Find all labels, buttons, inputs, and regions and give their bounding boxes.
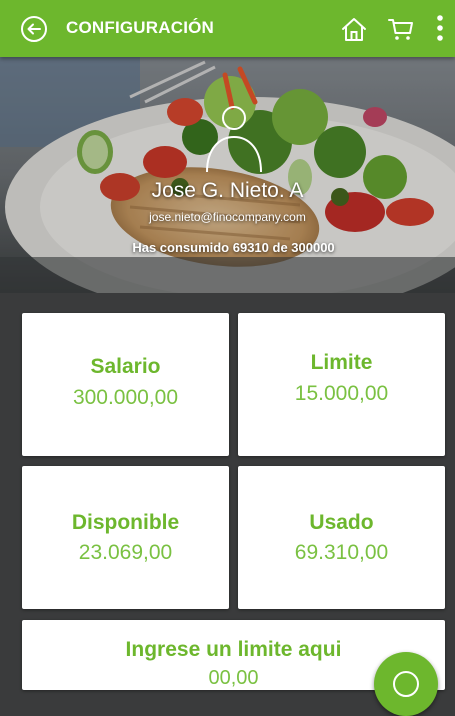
user-avatar-icon (203, 104, 265, 174)
used-label: Usado (309, 511, 374, 534)
home-icon[interactable] (339, 14, 369, 44)
cart-icon[interactable] (386, 14, 416, 44)
user-email: jose.nieto@finocompany.com (149, 210, 306, 224)
app-bar: CONFIGURACIÓN (0, 0, 455, 57)
more-vertical-icon[interactable] (432, 12, 448, 44)
used-card[interactable]: Usado 69.310,00 (238, 466, 445, 609)
limit-label: Limite (310, 351, 373, 374)
salary-value: 300.000,00 (72, 386, 179, 409)
available-label: Disponible (71, 511, 180, 534)
profile-header: Jose G. Nieto. A jose.nieto@finocompany.… (0, 57, 455, 293)
circle-action-icon (393, 671, 419, 697)
available-card[interactable]: Disponible 23.069,00 (22, 466, 229, 609)
page-title: CONFIGURACIÓN (66, 18, 215, 37)
limit-value: 15.000,00 (294, 382, 389, 405)
limit-card[interactable]: Limite 15.000,00 (238, 313, 445, 456)
floating-action-button[interactable] (374, 652, 438, 716)
salary-label: Salario (90, 355, 161, 378)
available-value: 23.069,00 (78, 541, 173, 564)
salary-card[interactable]: Salario 300.000,00 (22, 313, 229, 456)
hero-overlay (0, 57, 455, 293)
limit-input-label: Ingrese un limite aqui (125, 638, 342, 661)
limit-input[interactable] (62, 664, 405, 690)
used-value: 69.310,00 (294, 541, 389, 564)
back-arrow-icon[interactable] (20, 15, 48, 43)
user-name: Jose G. Nieto. A (151, 179, 304, 202)
usage-summary: Has consumido 69310 de 300000 (132, 240, 335, 255)
